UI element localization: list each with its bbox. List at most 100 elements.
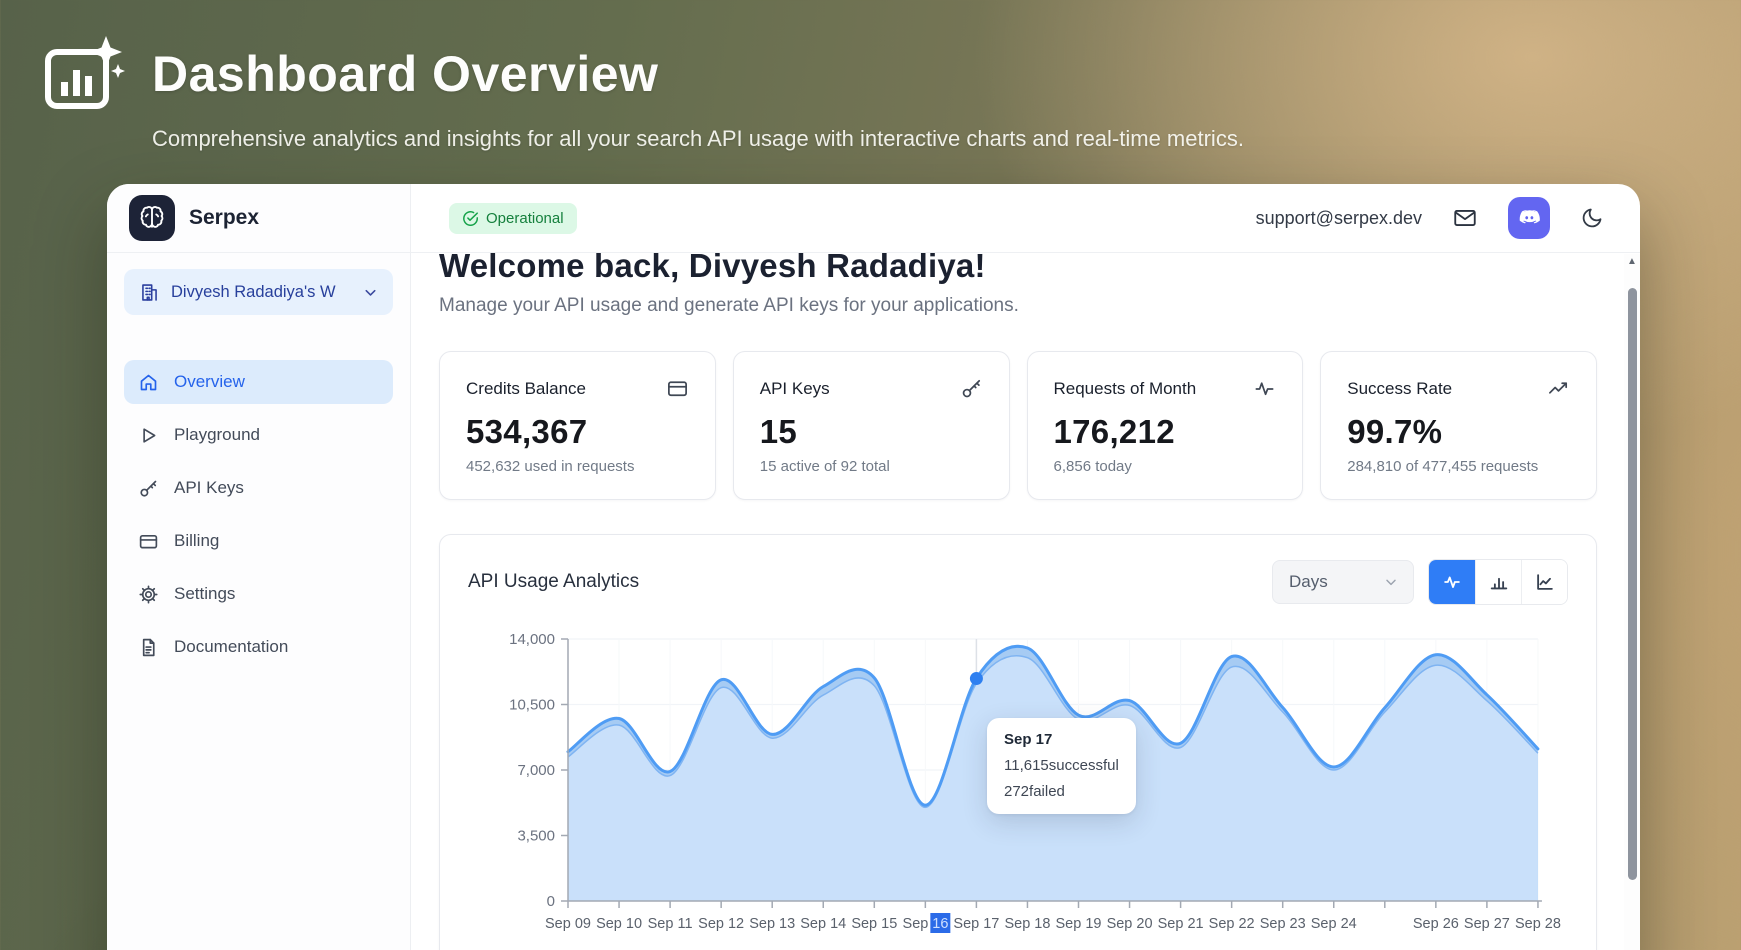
bar-chart-sparkle-icon bbox=[40, 34, 126, 114]
building-icon bbox=[139, 282, 160, 303]
sidebar-item-label: Billing bbox=[174, 531, 220, 550]
svg-text:3,500: 3,500 bbox=[517, 828, 555, 845]
scroll-up-arrow[interactable]: ▲ bbox=[1626, 256, 1638, 268]
stat-value: 534,367 bbox=[466, 413, 588, 450]
scrollbar: ▲ bbox=[1624, 254, 1640, 950]
chart-title: API Usage Analytics bbox=[468, 571, 640, 592]
tooltip-successful: 11,615successful bbox=[1004, 757, 1119, 774]
svg-text:Sep 28: Sep 28 bbox=[1515, 916, 1561, 932]
stat-card-requests-of-month: Requests of Month 176,212 6,856 today bbox=[1026, 351, 1304, 500]
sidebar-item-label: API Keys bbox=[174, 478, 244, 497]
stat-label: API Keys bbox=[759, 378, 830, 398]
sidebar-item-label: Documentation bbox=[174, 637, 289, 656]
sidebar-item-billing[interactable]: Billing bbox=[124, 519, 393, 563]
svg-text:Sep 21: Sep 21 bbox=[1158, 916, 1204, 932]
welcome-heading: Welcome back, Divyesh Radadiya! bbox=[439, 253, 986, 284]
svg-text:Sep 10: Sep 10 bbox=[596, 916, 642, 932]
workspace-label: Divyesh Radadiya's W bbox=[171, 282, 336, 301]
page-subtitle: Comprehensive analytics and insights for… bbox=[152, 126, 1244, 151]
status-badge: Operational bbox=[449, 202, 577, 234]
bar-chart-icon[interactable] bbox=[1475, 560, 1521, 604]
check-circle-icon bbox=[462, 210, 479, 227]
main-content: Welcome back, Divyesh Radadiya! Manage y… bbox=[411, 253, 1640, 950]
svg-text:Sep 23: Sep 23 bbox=[1260, 916, 1306, 932]
key-icon bbox=[960, 377, 983, 400]
app-window: Serpex Divyesh Radadiya's W Overview Pla… bbox=[107, 184, 1640, 950]
svg-text:Sep 20: Sep 20 bbox=[1107, 916, 1153, 932]
credit-card-icon bbox=[138, 531, 159, 552]
chevron-down-icon bbox=[1383, 574, 1399, 590]
stat-value: 15 bbox=[759, 413, 798, 450]
brand-row: Serpex bbox=[107, 184, 410, 253]
svg-text:10,500: 10,500 bbox=[509, 697, 555, 714]
gear-icon bbox=[138, 584, 159, 605]
stat-card-credits-balance: Credits Balance 534,367 452,632 used in … bbox=[439, 351, 716, 500]
document-icon bbox=[138, 637, 159, 658]
sidebar: Serpex Divyesh Radadiya's W Overview Pla… bbox=[107, 184, 411, 950]
stat-sub: 15 active of 92 total bbox=[759, 458, 890, 475]
home-icon bbox=[138, 372, 159, 393]
sidebar-item-overview[interactable]: Overview bbox=[124, 360, 393, 404]
sidebar-item-documentation[interactable]: Documentation bbox=[124, 625, 393, 669]
svg-text:Sep 18: Sep 18 bbox=[1004, 916, 1050, 932]
stats-row: Credits Balance 534,367 452,632 used in … bbox=[439, 351, 1597, 500]
svg-text:Sep 13: Sep 13 bbox=[749, 916, 795, 932]
tooltip-failed: 272failed bbox=[1004, 783, 1065, 800]
chart-type-toggle bbox=[1428, 559, 1568, 605]
activity-icon[interactable] bbox=[1429, 560, 1475, 604]
svg-text:Sep 19: Sep 19 bbox=[1056, 916, 1102, 932]
status-label: Operational bbox=[486, 209, 564, 227]
discord-icon[interactable] bbox=[1508, 197, 1550, 239]
moon-icon[interactable] bbox=[1580, 206, 1604, 230]
main-panel: Operational support@serpex.dev Welcome b… bbox=[411, 184, 1640, 950]
sidebar-item-label: Playground bbox=[174, 425, 261, 444]
stat-card-success-rate: Success Rate 99.7% 284,810 of 477,455 re… bbox=[1320, 351, 1597, 500]
stat-sub: 6,856 today bbox=[1053, 458, 1132, 475]
stat-label: Credits Balance bbox=[466, 378, 587, 398]
page-header: Dashboard Overview Comprehensive analyti… bbox=[40, 34, 1244, 152]
sidebar-item-api-keys[interactable]: API Keys bbox=[124, 466, 393, 510]
line-chart-icon[interactable] bbox=[1521, 560, 1567, 604]
stat-card-api-keys: API Keys 15 15 active of 92 total bbox=[732, 351, 1010, 500]
brain-icon bbox=[129, 195, 175, 241]
range-select[interactable]: Days bbox=[1272, 560, 1414, 604]
chart-tooltip: Sep 17 11,615successful 272failed bbox=[987, 718, 1136, 814]
sidebar-nav: Overview Playground API Keys Billing Set… bbox=[107, 360, 410, 669]
chevron-down-icon bbox=[362, 284, 379, 301]
trending-up-icon bbox=[1547, 377, 1570, 400]
stat-sub: 452,632 used in requests bbox=[466, 458, 635, 475]
sidebar-item-settings[interactable]: Settings bbox=[124, 572, 393, 616]
scrollbar-thumb[interactable] bbox=[1628, 288, 1637, 880]
svg-text:Sep: Sep bbox=[903, 916, 929, 932]
play-icon bbox=[138, 425, 159, 446]
svg-text:Sep 22: Sep 22 bbox=[1209, 916, 1255, 932]
sidebar-item-playground[interactable]: Playground bbox=[124, 413, 393, 457]
svg-text:7,000: 7,000 bbox=[517, 762, 555, 779]
welcome-subheading: Manage your API usage and generate API k… bbox=[439, 295, 1019, 316]
svg-text:14,000: 14,000 bbox=[509, 631, 555, 648]
stat-value: 176,212 bbox=[1053, 413, 1175, 450]
svg-text:Sep 26: Sep 26 bbox=[1413, 916, 1459, 932]
svg-text:0: 0 bbox=[547, 893, 555, 910]
workspace-selector[interactable]: Divyesh Radadiya's W bbox=[124, 269, 393, 315]
key-icon bbox=[138, 478, 159, 499]
svg-text:Sep 15: Sep 15 bbox=[851, 916, 897, 932]
activity-icon bbox=[1253, 377, 1276, 400]
svg-text:Sep 17: Sep 17 bbox=[953, 916, 999, 932]
stat-sub: 284,810 of 477,455 requests bbox=[1347, 458, 1539, 475]
stat-value: 99.7% bbox=[1347, 413, 1443, 450]
support-email[interactable]: support@serpex.dev bbox=[1256, 208, 1422, 229]
tooltip-date: Sep 17 bbox=[1004, 731, 1053, 748]
chart-plot: 14,000 10,500 7,000 3,500 0 Sep 09 Sep 10 Sep 1… bbox=[468, 623, 1569, 940]
sidebar-item-label: Overview bbox=[174, 372, 245, 391]
stat-label: Success Rate bbox=[1347, 378, 1453, 398]
mail-icon[interactable] bbox=[1452, 205, 1478, 231]
svg-text:Sep 14: Sep 14 bbox=[800, 916, 846, 932]
range-select-value: Days bbox=[1289, 572, 1328, 591]
svg-text:Sep 11: Sep 11 bbox=[648, 916, 693, 932]
stat-label: Requests of Month bbox=[1053, 378, 1197, 398]
credit-card-icon bbox=[666, 377, 689, 400]
topbar: Operational support@serpex.dev bbox=[411, 184, 1640, 253]
svg-text:Sep 12: Sep 12 bbox=[698, 916, 744, 932]
svg-text:Sep 27: Sep 27 bbox=[1464, 916, 1510, 932]
